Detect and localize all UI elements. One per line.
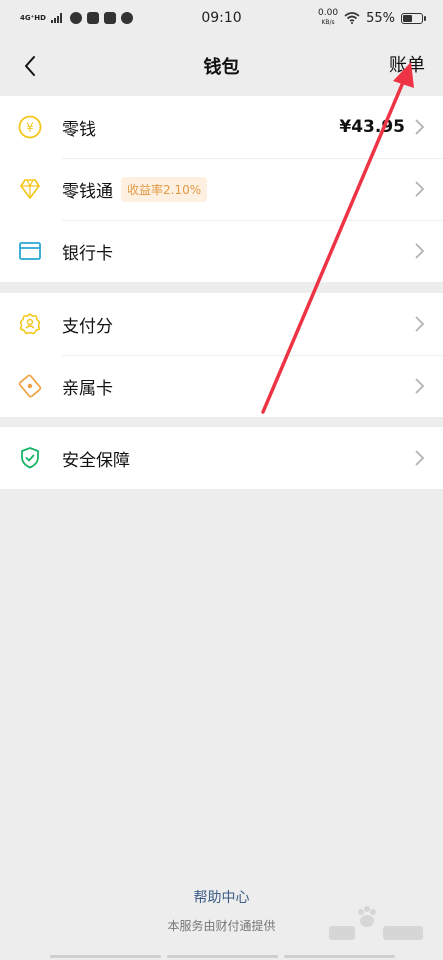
network-speed: 0.00 KB/s [318,8,339,27]
row-label: 安全保障 [62,450,130,471]
video-app-icon [103,12,116,24]
chevron-left-icon [25,56,35,76]
nav-bar: 钱包 账单 [0,36,443,96]
status-bar: 4G⁺HD 09:10 0.00 KB/s 55% [0,0,443,36]
bill-button[interactable]: 账单 [389,51,425,77]
row-bank-card[interactable]: 银行卡 [0,220,443,282]
row-label: 零钱通 [62,181,113,202]
diamond-icon [20,179,40,199]
network-indicator: 4G⁺HD [20,14,46,22]
row-security[interactable]: 安全保障 [0,427,443,489]
notification-icon [69,12,82,24]
chevron-right-icon [415,181,425,197]
row-change[interactable]: ¥ 零钱 ¥43.95 [0,96,443,158]
row-family-card[interactable]: 亲属卡 [0,355,443,417]
row-label: 支付分 [62,316,113,337]
app-notification-icon [86,12,99,24]
row-lqt[interactable]: 零钱通 收益率2.10% [0,158,443,220]
chevron-right-icon [415,378,425,394]
battery-fill [403,14,412,22]
chevron-right-icon [415,450,425,466]
watermark-logo [329,906,423,940]
family-card-icon [18,374,42,398]
chevron-right-icon [415,243,425,259]
row-label: 银行卡 [62,243,113,264]
battery-icon [401,12,426,24]
chevron-right-icon [415,316,425,332]
chevron-right-icon [415,119,425,135]
row-label: 零钱 [62,119,96,140]
wifi-icon [344,12,360,24]
signal-icon [50,13,62,23]
yen-coin-icon: ¥ [18,115,42,139]
svg-text:¥: ¥ [26,121,34,135]
balance-value: ¥43.95 [339,117,405,137]
yield-badge: 收益率2.10% [121,176,208,202]
back-button[interactable] [12,48,48,84]
row-label: 亲属卡 [62,378,113,399]
battery-percent: 55% [366,10,395,26]
wallet-group-balance: ¥ 零钱 ¥43.95 零钱通 收益率2.10% 银行卡 [0,96,443,282]
wallet-group-security: 安全保障 [0,427,443,489]
row-pay-score[interactable]: 支付分 [0,293,443,355]
shield-check-icon [21,447,39,469]
wallet-group-services: 支付分 亲属卡 [0,293,443,417]
page-title: 钱包 [203,57,240,78]
bottom-edge [50,955,395,958]
pay-score-icon [19,313,41,335]
bank-card-icon [19,242,41,260]
play-app-icon [120,12,133,24]
